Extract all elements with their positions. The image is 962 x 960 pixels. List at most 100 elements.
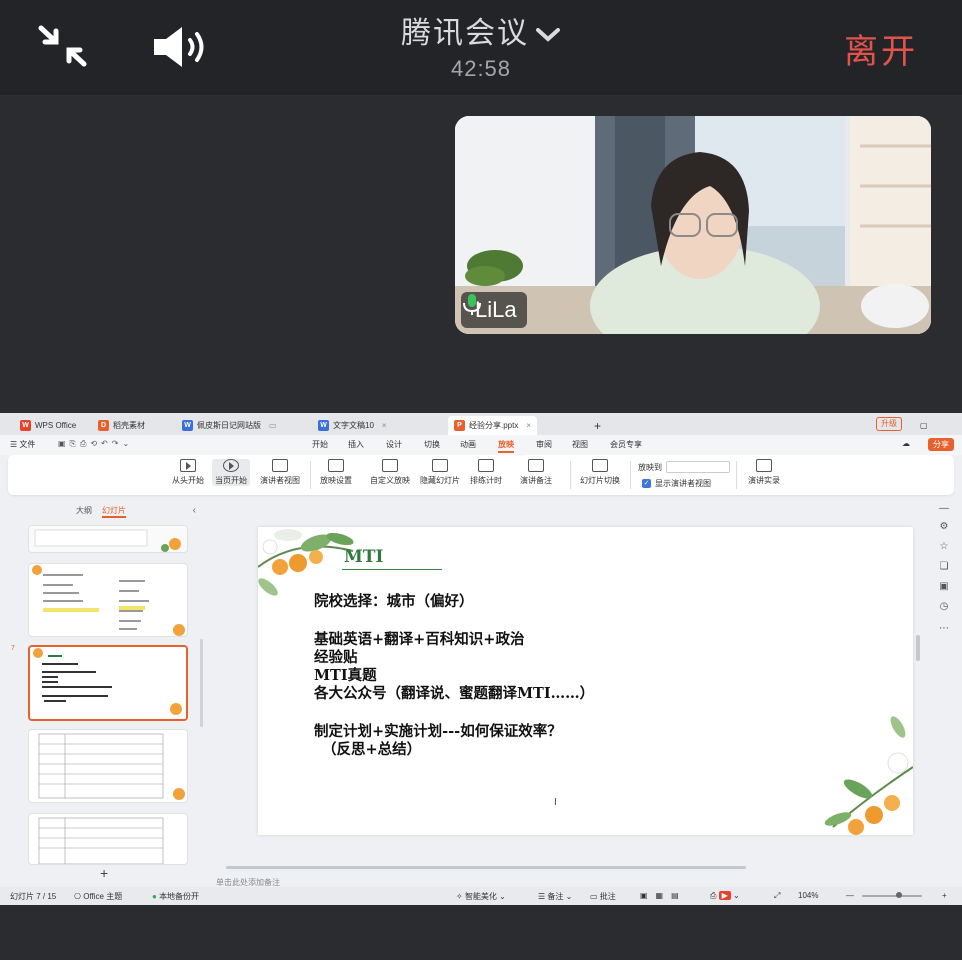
slide-thumbnail[interactable] bbox=[28, 729, 188, 803]
horizontal-scrollbar[interactable] bbox=[226, 866, 746, 869]
menu-design[interactable]: 设计 bbox=[386, 439, 402, 450]
ribbon-divider bbox=[570, 461, 571, 489]
more-icon[interactable]: ⋯ bbox=[938, 623, 950, 635]
theme-icon: ⎔ bbox=[74, 892, 84, 901]
tab-presentation[interactable]: P 经验分享.pptx × bbox=[448, 416, 538, 435]
quick-access-icons[interactable]: ▣⎘⎙⟲↶↷⌄ bbox=[58, 439, 133, 449]
tab-label: 文字文稿10 bbox=[333, 421, 374, 430]
zoom-slider[interactable] bbox=[862, 892, 922, 898]
menu-member[interactable]: 会员专享 bbox=[610, 439, 642, 450]
presenter-view-label: 演讲者视图 bbox=[260, 476, 300, 485]
image-icon[interactable]: ▣ bbox=[938, 581, 950, 593]
slide-thumbnail-active[interactable] bbox=[28, 645, 188, 721]
thumbnail-scrollbar[interactable] bbox=[200, 639, 203, 727]
show-presenter-checkbox[interactable]: ✓ 显示演讲者视图 bbox=[642, 478, 711, 489]
settings-screen-icon bbox=[328, 459, 344, 472]
history-icon[interactable]: ◷ bbox=[938, 601, 950, 613]
notes-button[interactable]: ☰ 备注 ⌄ bbox=[538, 891, 572, 902]
slide-line: 基础英语+翻译+百科知识+政治 bbox=[314, 631, 525, 648]
tab-label: WPS Office bbox=[35, 421, 77, 430]
menu-insert[interactable]: 插入 bbox=[348, 439, 364, 450]
slideshow-settings-button[interactable]: 放映设置 bbox=[320, 459, 352, 486]
star-icon[interactable]: ☆ bbox=[938, 541, 950, 553]
comments-button[interactable]: ▭ 批注 bbox=[590, 891, 616, 902]
zoom-in-button[interactable]: + bbox=[942, 891, 947, 900]
close-icon[interactable]: × bbox=[382, 421, 387, 430]
layers-icon[interactable]: ❏ bbox=[938, 561, 950, 573]
backup-indicator[interactable]: ● 本地备份开 bbox=[152, 891, 199, 902]
show-to-select[interactable] bbox=[666, 461, 730, 473]
participant-video[interactable]: LiLa bbox=[455, 116, 931, 334]
menu-animations[interactable]: 动画 bbox=[460, 439, 476, 450]
hide-slide-icon bbox=[432, 459, 448, 472]
menu-review[interactable]: 审阅 bbox=[536, 439, 552, 450]
leave-button[interactable]: 离开 bbox=[844, 24, 918, 73]
play-slideshow-icon[interactable]: ⎙ ▶ ⌄ bbox=[710, 891, 740, 901]
slide-thumbnail[interactable] bbox=[28, 525, 188, 553]
tab-label: 佩皮斯日记网站版 bbox=[197, 421, 261, 430]
menu-home[interactable]: 开始 bbox=[312, 439, 328, 450]
slideshow-icon bbox=[180, 459, 196, 472]
monitor-icon: ▭ bbox=[269, 421, 277, 430]
tab-label: 经验分享.pptx bbox=[469, 421, 519, 430]
from-start-button[interactable]: 从头开始 bbox=[172, 459, 204, 486]
notes-icon bbox=[528, 459, 544, 472]
cloud-icon[interactable]: ☁ bbox=[902, 439, 910, 448]
collapse-line-icon[interactable]: — bbox=[938, 503, 950, 515]
vertical-scrollbar[interactable] bbox=[916, 635, 920, 661]
menu-view[interactable]: 视图 bbox=[572, 439, 588, 450]
wps-logo-icon: W bbox=[20, 420, 31, 431]
tab-document-2[interactable]: W 文字文稿10 × bbox=[312, 416, 393, 435]
new-tab-button[interactable]: + bbox=[588, 416, 607, 435]
slide-thumbnail[interactable] bbox=[28, 563, 188, 637]
slide-body-text[interactable]: 院校选择：城市（偏好） 基础英语+翻译+百科知识+政治 经验贴 MTI真题 各大… bbox=[314, 593, 594, 759]
zoom-out-button[interactable]: — bbox=[846, 891, 854, 900]
ribbon-divider bbox=[310, 461, 311, 489]
menu-transitions[interactable]: 切换 bbox=[424, 439, 440, 450]
meeting-title[interactable]: 腾讯会议 bbox=[0, 8, 962, 52]
window-icon[interactable]: ▢ bbox=[914, 416, 934, 435]
meeting-top-bar: 腾讯会议 42:58 离开 bbox=[0, 0, 962, 95]
add-slide-button[interactable]: + bbox=[100, 865, 108, 881]
from-start-label: 从头开始 bbox=[172, 476, 204, 485]
custom-show-label: 自定义放映 bbox=[370, 476, 410, 485]
view-mode-icons[interactable]: ▣▦▤ bbox=[640, 891, 687, 900]
show-to-row: 放映到 bbox=[638, 461, 730, 473]
tab-slides[interactable]: 幻灯片 bbox=[102, 505, 126, 518]
switch-icon bbox=[592, 459, 608, 472]
adjust-icon[interactable]: ⚙ bbox=[938, 521, 950, 533]
tab-outline[interactable]: 大纲 bbox=[76, 505, 92, 516]
close-icon[interactable]: × bbox=[526, 421, 531, 430]
tab-docer[interactable]: D 稻壳素材 bbox=[92, 416, 151, 435]
collapse-panel-icon[interactable]: ‹ bbox=[193, 505, 196, 516]
menu-slideshow[interactable]: 放映 bbox=[498, 439, 514, 453]
fit-window-icon[interactable]: ⤢ bbox=[774, 891, 780, 901]
presenter-view-button[interactable]: 演讲者视图 bbox=[260, 459, 300, 486]
menu-file[interactable]: ☰ 文件 bbox=[10, 439, 35, 450]
beautify-button[interactable]: ✧ 智能美化 ⌄ bbox=[456, 891, 506, 902]
slide[interactable]: MTI 院校选择：城市（偏好） 基础英语+翻译+百科知识+政治 经验贴 MTI真… bbox=[258, 527, 913, 835]
rehearse-timing-button[interactable]: 排练计时 bbox=[470, 459, 502, 486]
theme-indicator[interactable]: ⎔ Office 主题 bbox=[74, 891, 122, 902]
active-slide-number: 7 bbox=[11, 645, 15, 652]
speaker-notes-button[interactable]: 演讲备注 bbox=[520, 459, 552, 486]
beautify-label: 智能美化 bbox=[464, 892, 497, 901]
upgrade-button[interactable]: 升级 bbox=[876, 417, 902, 431]
share-button[interactable]: 分享 bbox=[928, 438, 954, 451]
tab-document-1[interactable]: W 佩皮斯日记网站版 ▭ bbox=[176, 416, 283, 435]
docer-icon: D bbox=[98, 420, 109, 431]
slide-thumbnail[interactable] bbox=[28, 813, 188, 865]
record-label: 演讲实录 bbox=[748, 476, 780, 485]
camera-icon bbox=[756, 459, 772, 472]
tab-wps-office[interactable]: W WPS Office bbox=[14, 416, 82, 435]
from-current-button[interactable]: 当页开始 bbox=[212, 459, 250, 486]
hide-slide-button[interactable]: 隐藏幻灯片 bbox=[420, 459, 460, 486]
zoom-level[interactable]: 104% bbox=[798, 891, 818, 900]
slideshow-settings-label: 放映设置 bbox=[320, 476, 352, 485]
custom-show-button[interactable]: 自定义放映 bbox=[370, 459, 410, 486]
slide-title[interactable]: MTI bbox=[344, 547, 383, 567]
show-to-label: 放映到 bbox=[638, 462, 662, 472]
record-button[interactable]: 演讲实录 bbox=[748, 459, 780, 486]
slide-switch-button[interactable]: 幻灯片切换 bbox=[580, 459, 620, 486]
